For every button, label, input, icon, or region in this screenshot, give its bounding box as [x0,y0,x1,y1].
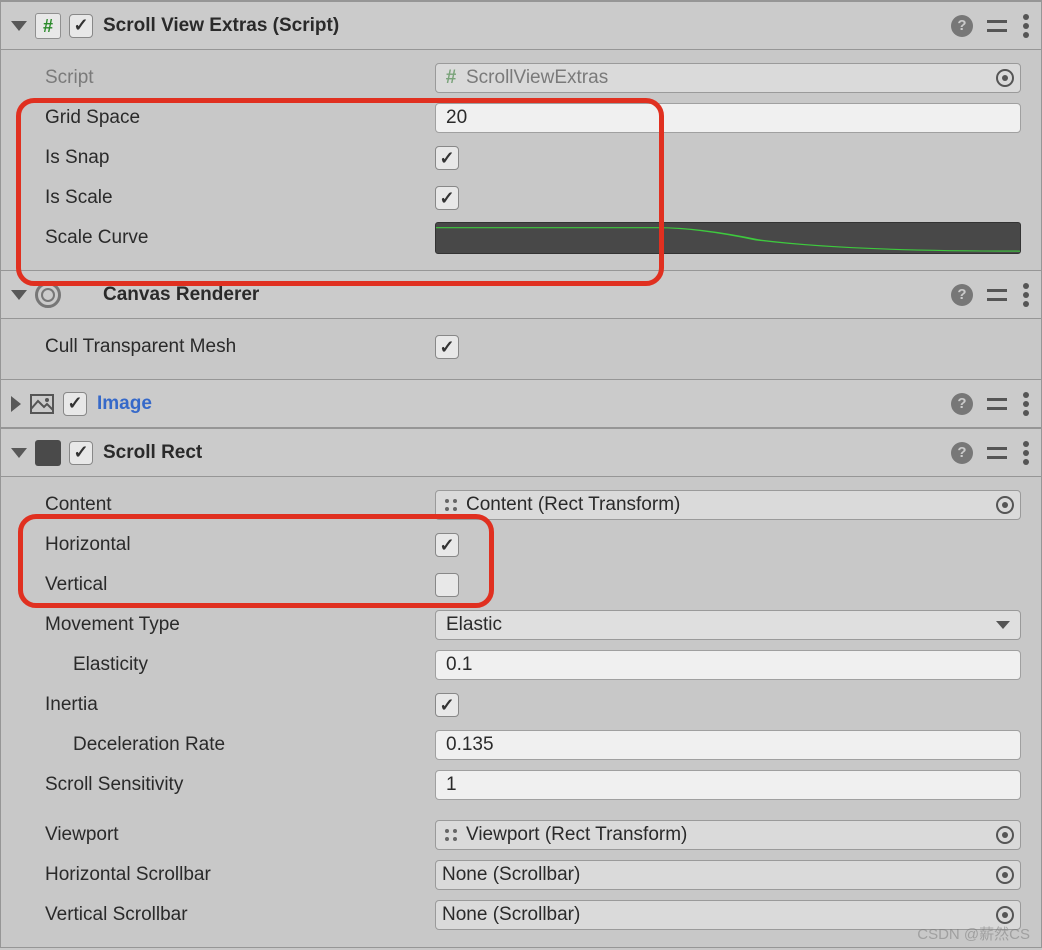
cull-transparent-mesh-label: Cull Transparent Mesh [45,336,435,358]
horizontal-scrollbar-field[interactable]: None (Scrollbar) [435,860,1021,890]
component-title: Canvas Renderer [103,284,951,306]
deceleration-input[interactable] [435,730,1021,760]
vertical-label: Vertical [45,574,435,596]
horizontal-scrollbar-label: Horizontal Scrollbar [45,864,435,886]
component-enable-checkbox[interactable] [69,14,93,38]
horizontal-label: Horizontal [45,534,435,556]
viewport-value: Viewport (Rect Transform) [466,824,687,846]
deceleration-label: Deceleration Rate [73,734,435,756]
elasticity-input[interactable] [435,650,1021,680]
preset-icon[interactable] [987,443,1007,463]
canvas-renderer-icon [35,282,61,308]
preset-icon[interactable] [987,16,1007,36]
object-picker-icon[interactable] [996,496,1014,514]
object-picker-icon[interactable] [996,69,1014,87]
object-picker-icon[interactable] [996,866,1014,884]
scale-curve-label: Scale Curve [45,227,435,249]
rect-transform-icon [442,496,460,514]
context-menu-icon[interactable] [1021,12,1031,40]
scroll-sensitivity-label: Scroll Sensitivity [45,774,435,796]
inertia-label: Inertia [45,694,435,716]
content-value: Content (Rect Transform) [466,494,680,516]
script-field: # ScrollViewExtras [435,63,1021,93]
preset-icon[interactable] [987,285,1007,305]
component-header-scroll-rect[interactable]: Scroll Rect ? [1,428,1041,477]
context-menu-icon[interactable] [1021,281,1031,309]
grid-space-label: Grid Space [45,107,435,129]
component-header-image[interactable]: Image ? [1,379,1041,428]
horizontal-checkbox[interactable] [435,533,459,557]
component-enable-checkbox[interactable] [63,392,87,416]
context-menu-icon[interactable] [1021,390,1031,418]
content-label: Content [45,494,435,516]
viewport-label: Viewport [45,824,435,846]
elasticity-label: Elasticity [73,654,435,676]
is-scale-checkbox[interactable] [435,186,459,210]
component-header-canvas-renderer[interactable]: Canvas Renderer ? [1,270,1041,319]
vertical-checkbox[interactable] [435,573,459,597]
movement-type-label: Movement Type [45,614,435,636]
script-ref-icon: # [442,69,460,87]
script-icon: # [35,13,61,39]
vertical-scrollbar-value: None (Scrollbar) [442,904,580,926]
context-menu-icon[interactable] [1021,439,1031,467]
script-label: Script [45,67,435,89]
foldout-icon[interactable] [11,448,27,458]
viewport-field[interactable]: Viewport (Rect Transform) [435,820,1021,850]
is-snap-checkbox[interactable] [435,146,459,170]
component-enable-checkbox[interactable] [69,441,93,465]
help-icon[interactable]: ? [951,15,973,37]
preset-icon[interactable] [987,394,1007,414]
watermark-text: CSDN @薪然CS [917,923,1030,944]
component-title: Scroll Rect [103,442,951,464]
scale-curve-field[interactable] [435,222,1021,254]
scroll-rect-icon [35,440,61,466]
is-snap-label: Is Snap [45,147,435,169]
rect-transform-icon [442,826,460,844]
component-header-scroll-view-extras[interactable]: # Scroll View Extras (Script) ? [1,1,1041,50]
help-icon[interactable]: ? [951,284,973,306]
foldout-icon[interactable] [11,290,27,300]
vertical-scrollbar-label: Vertical Scrollbar [45,904,435,926]
cull-transparent-mesh-checkbox[interactable] [435,335,459,359]
image-icon [29,391,55,417]
is-scale-label: Is Scale [45,187,435,209]
help-icon[interactable]: ? [951,393,973,415]
script-value: ScrollViewExtras [466,67,608,89]
scroll-sensitivity-input[interactable] [435,770,1021,800]
movement-type-dropdown[interactable]: Elastic [435,610,1021,640]
inertia-checkbox[interactable] [435,693,459,717]
grid-space-input[interactable] [435,103,1021,133]
component-title: Scroll View Extras (Script) [103,15,951,37]
help-icon[interactable]: ? [951,442,973,464]
component-title[interactable]: Image [97,393,951,415]
foldout-icon[interactable] [11,21,27,31]
foldout-icon[interactable] [11,396,21,412]
horizontal-scrollbar-value: None (Scrollbar) [442,864,580,886]
content-field[interactable]: Content (Rect Transform) [435,490,1021,520]
object-picker-icon[interactable] [996,906,1014,924]
object-picker-icon[interactable] [996,826,1014,844]
